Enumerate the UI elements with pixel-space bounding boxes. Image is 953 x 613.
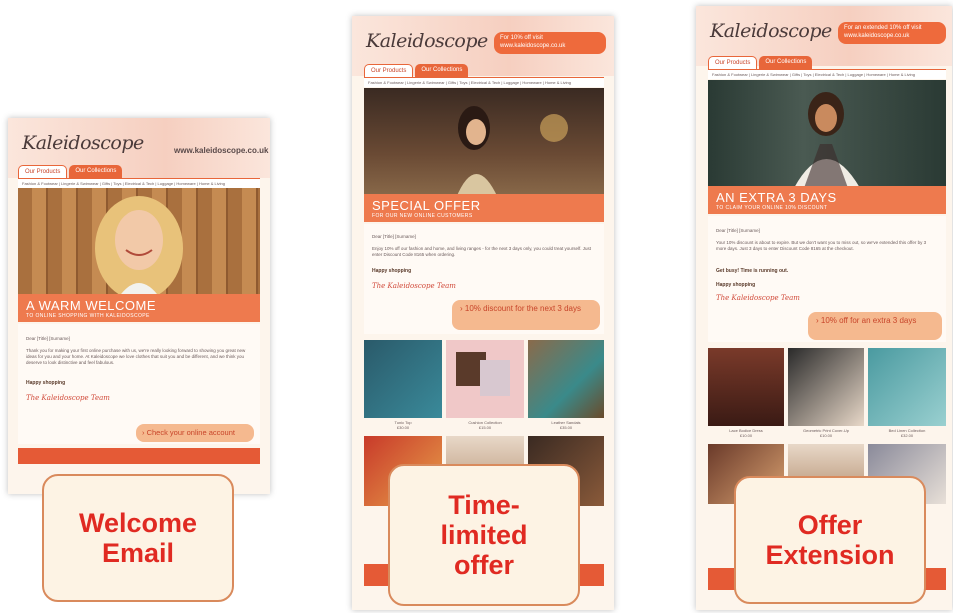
cta-label: 10% off for an extra 3 days (820, 316, 917, 325)
cushions (456, 352, 510, 396)
greeting: Dear [Title] [Surname] (716, 228, 760, 233)
woman-portrait (95, 196, 183, 298)
product-image-1[interactable] (364, 340, 442, 418)
hero-image (708, 80, 946, 188)
woman-in-dress (456, 106, 568, 198)
product-image-3[interactable] (528, 340, 604, 418)
greeting: Dear [Title] [Surname] (26, 336, 70, 341)
discount-pill[interactable]: For 10% off visit www.kaleidoscope.co.uk (494, 32, 606, 54)
product-caption: Leather Sandals £35.00 (528, 420, 604, 430)
woman-in-jacket (794, 92, 860, 188)
happy-shopping: Happy shopping (372, 268, 412, 274)
banner-title: AN EXTRA 3 DAYS (716, 190, 837, 205)
product-price: £10.00 (819, 433, 833, 438)
product-price: £15.00 (478, 425, 492, 430)
product-caption: Lace Bodice Dress £10.00 (708, 428, 784, 438)
website-url[interactable]: www.kaleidoscope.co.uk (174, 146, 268, 155)
banner-subtitle: TO ONLINE SHOPPING WITH KALEIDOSCOPE (26, 313, 150, 319)
nav-tabs: Our Products Our Collections (18, 165, 123, 178)
discount-pill[interactable]: For an extended 10% off visit www.kaleid… (838, 22, 946, 44)
label-line: Time- (448, 490, 520, 520)
hurry-text: Get busy! Time is running out. (716, 268, 789, 274)
label-time-limited-offer: Time- limited offer (388, 464, 580, 606)
banner-subtitle: TO CLAIM YOUR ONLINE 10% DISCOUNT (716, 205, 828, 211)
hero-banner: AN EXTRA 3 DAYS TO CLAIM YOUR ONLINE 10%… (708, 186, 946, 214)
discount-button[interactable]: › 10% discount for the next 3 days (452, 300, 600, 330)
brand-logo: Kaleidoscope (22, 132, 144, 154)
nav-tabs: Our Products Our Collections (708, 56, 813, 69)
category-nav[interactable]: Fashion & Footwear | Lingerie & Swimwear… (18, 178, 260, 188)
signature: The Kaleidoscope Team (372, 282, 456, 290)
tab-our-products[interactable]: Our Products (364, 64, 414, 77)
label-line: Offer (797, 510, 863, 540)
hero-image (18, 188, 260, 298)
hero-banner: A WARM WELCOME TO ONLINE SHOPPING WITH K… (18, 294, 260, 322)
banner-subtitle: FOR OUR NEW ONLINE CUSTOMERS (372, 213, 473, 219)
tab-our-collections[interactable]: Our Collections (415, 64, 469, 77)
body-text: Thank you for making your first online p… (26, 348, 246, 365)
happy-shopping: Happy shopping (716, 282, 756, 288)
pill-line: www.kaleidoscope.co.uk (500, 43, 566, 49)
product-price: £35.00 (559, 425, 573, 430)
product-price: £32.00 (900, 433, 914, 438)
tab-our-collections[interactable]: Our Collections (69, 165, 123, 178)
category-nav[interactable]: Fashion & Footwear | Lingerie & Swimwear… (708, 69, 946, 79)
cta-label: Check your online account (146, 428, 235, 437)
signature: The Kaleidoscope Team (716, 294, 800, 302)
product-price: £10.00 (739, 433, 753, 438)
extra-days-button[interactable]: › 10% off for an extra 3 days (808, 312, 942, 340)
product-price: £30.00 (396, 425, 410, 430)
body-text: Your 10% discount is about to expire. Bu… (716, 240, 927, 251)
welcome-email-preview: Kaleidoscope www.kaleidoscope.co.uk Our … (8, 118, 270, 494)
tab-our-products[interactable]: Our Products (708, 56, 758, 69)
product-caption: Geometric Print Cover-Up £10.00 (788, 428, 864, 438)
product-image-3[interactable] (868, 348, 946, 426)
cta-label: 10% discount for the next 3 days (464, 304, 581, 313)
check-account-button[interactable]: › Check your online account (136, 424, 254, 442)
brand-logo: Kaleidoscope (710, 20, 832, 42)
nav-tabs: Our Products Our Collections (364, 64, 469, 77)
label-line: Email (101, 538, 175, 568)
banner-title: SPECIAL OFFER (372, 198, 481, 213)
label-welcome-email: Welcome Email (42, 474, 234, 602)
pill-line: For 10% off visit (500, 35, 543, 41)
product-caption: Bed Linen Collection £32.00 (868, 428, 946, 438)
email-footer (18, 448, 260, 464)
product-caption: Cushion Collection £15.00 (446, 420, 524, 430)
pill-line: For an extended 10% off visit (844, 25, 922, 31)
pill-line: www.kaleidoscope.co.uk (844, 33, 910, 39)
body-text: Enjoy 10% off our fashion and home, and … (372, 246, 591, 257)
hero-banner: SPECIAL OFFER FOR OUR NEW ONLINE CUSTOME… (364, 194, 604, 222)
greeting: Dear [Title] [Surname] (372, 234, 416, 239)
product-image-2[interactable] (788, 348, 864, 426)
product-image-2[interactable] (446, 340, 524, 418)
happy-shopping: Happy shopping (26, 380, 66, 386)
product-image-1[interactable] (708, 348, 784, 426)
label-line: Extension (765, 540, 895, 570)
tab-our-collections[interactable]: Our Collections (759, 56, 813, 69)
label-line: offer (454, 550, 514, 580)
product-caption: Tunic Top £30.00 (364, 420, 442, 430)
tab-our-products[interactable]: Our Products (18, 165, 68, 178)
label-line: Welcome (78, 508, 198, 538)
signature: The Kaleidoscope Team (26, 394, 110, 402)
hero-image (364, 88, 604, 198)
brand-logo: Kaleidoscope (366, 30, 488, 52)
label-offer-extension: Offer Extension (734, 476, 926, 604)
label-line: limited (440, 520, 528, 550)
category-nav[interactable]: Fashion & Footwear | Lingerie & Swimwear… (364, 77, 604, 87)
banner-title: A WARM WELCOME (26, 298, 157, 313)
